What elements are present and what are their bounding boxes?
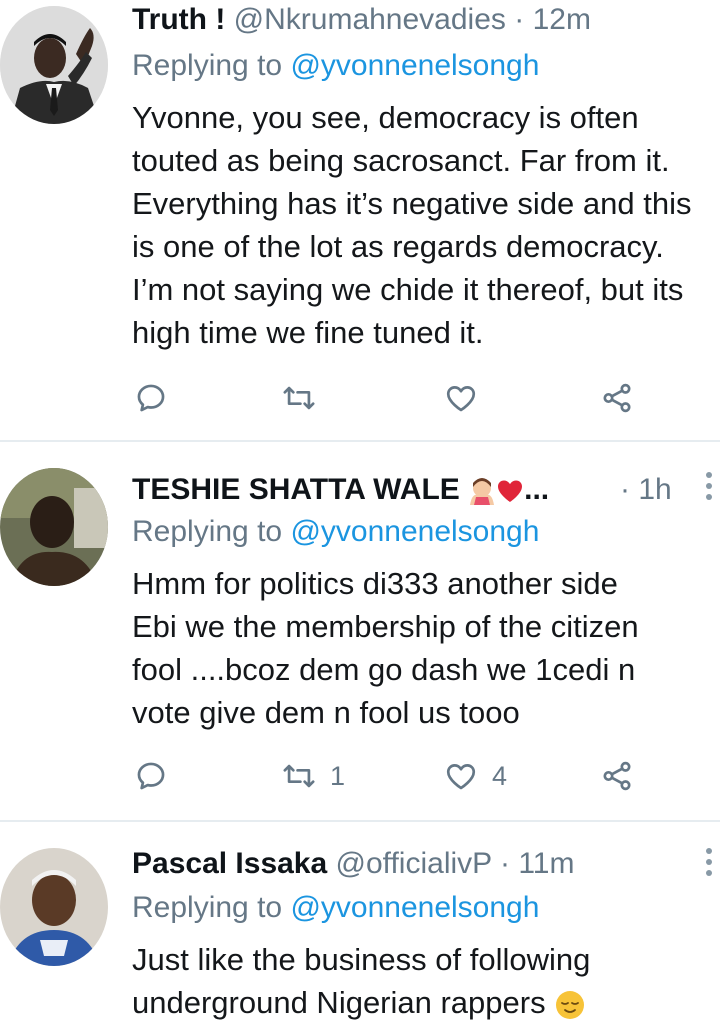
tweet-actions (132, 378, 652, 418)
like-count: 4 (492, 760, 508, 791)
tweet-text-line: Just like the business of following (132, 942, 591, 977)
avatar-image (0, 848, 108, 966)
user-handle[interactable]: @officialivP (336, 847, 492, 880)
retweet-button[interactable] (282, 378, 330, 418)
like-button[interactable]: 4 (444, 756, 507, 796)
tweet-divider (0, 820, 720, 822)
display-name[interactable]: Pascal Issaka (132, 847, 327, 880)
more-vertical-icon (706, 472, 712, 478)
tweet-divider (0, 440, 720, 442)
tweet-text-line: I’m not saying we chide it thereof, but … (132, 272, 684, 307)
timestamp[interactable]: 12m (533, 3, 591, 36)
share-button[interactable] (600, 756, 634, 796)
avatar[interactable] (0, 848, 108, 966)
tweet[interactable]: Pascal Issaka @officialivP · 11m Replyin… (0, 842, 720, 1031)
avatar[interactable] (0, 6, 108, 124)
tweet-text: Yvonne, you see, democracy is often tout… (132, 96, 720, 354)
tweet-header: Truth ! @Nkrumahnevadies · 12m (132, 0, 720, 40)
timestamp[interactable]: 11m (518, 847, 574, 880)
replying-label: Replying to (132, 515, 283, 548)
tweet-text-line: is one of the lot as regards democracy. (132, 229, 664, 264)
replying-label: Replying to (132, 49, 283, 82)
replying-mention[interactable]: @yvonnenelsongh (290, 49, 539, 82)
replying-to: Replying to @yvonnenelsongh (132, 514, 539, 550)
reply-icon (137, 384, 165, 412)
replying-label: Replying to (132, 891, 283, 924)
timestamp-group: · 1h (620, 470, 672, 510)
relieved-face-emoji-icon (556, 990, 585, 1019)
replying-to: Replying to @yvonnenelsongh (132, 48, 539, 84)
tweet[interactable]: Truth ! @Nkrumahnevadies · 12m Replying … (0, 0, 720, 440)
heart-icon (446, 764, 476, 790)
retweet-count: 1 (330, 760, 346, 791)
retweet-icon (283, 764, 315, 788)
tweet-text-line: Everything has it’s negative side and th… (132, 186, 692, 221)
tweet-text-line: Hmm for politics di333 another side (132, 566, 618, 601)
display-name[interactable]: TESHIE SHATTA WALE ... (132, 473, 549, 506)
avatar-image (0, 468, 108, 586)
red-heart-icon (498, 480, 523, 503)
tweet-text-line: high time we fine tuned it. (132, 315, 484, 350)
tweet-text-line: underground Nigerian rappers (132, 981, 720, 1024)
tweet[interactable]: TESHIE SHATTA WALE ... · 1h Replying to … (0, 466, 720, 820)
retweet-icon (283, 386, 315, 410)
separator-dot: · (514, 3, 525, 36)
tweet-text-line: fool ....bcoz dem go dash we 1cedi n (132, 652, 636, 687)
reply-button[interactable] (134, 756, 168, 796)
tweet-text-line: vote give dem n fool us tooo (132, 695, 520, 730)
replying-to: Replying to @yvonnenelsongh (132, 890, 539, 926)
person-gesturing-emoji-icon (470, 478, 495, 506)
tweet-actions: 1 4 (132, 756, 652, 796)
avatar-image (0, 6, 108, 124)
heart-icon (446, 386, 476, 412)
more-options-button[interactable] (704, 472, 714, 506)
share-icon (603, 383, 631, 413)
reply-icon (137, 762, 165, 790)
share-icon (603, 761, 631, 791)
timestamp[interactable]: 1h (638, 473, 671, 506)
separator-dot: · (499, 847, 510, 880)
tweet-text-line: touted as being sacrosanct. Far from it. (132, 143, 670, 178)
retweet-button[interactable]: 1 (282, 756, 345, 796)
tweet-text-line: Yvonne, you see, democracy is often (132, 100, 639, 135)
separator-dot: · (620, 473, 630, 506)
display-name[interactable]: Truth ! (132, 3, 225, 36)
share-button[interactable] (600, 378, 634, 418)
more-options-button[interactable] (704, 848, 714, 882)
like-button[interactable] (444, 378, 492, 418)
tweet-text: Hmm for politics di333 another side Ebi … (132, 562, 720, 734)
user-handle[interactable]: @Nkrumahnevadies (234, 3, 506, 36)
tweet-text-line: Ebi we the membership of the citizen (132, 609, 639, 644)
avatar[interactable] (0, 468, 108, 586)
tweet-header: Pascal Issaka @officialivP · 11m (132, 844, 720, 884)
more-vertical-icon (706, 848, 712, 854)
replying-mention[interactable]: @yvonnenelsongh (290, 515, 539, 548)
tweet-text: Just like the business of following unde… (132, 938, 720, 1024)
replying-mention[interactable]: @yvonnenelsongh (290, 891, 539, 924)
reply-button[interactable] (134, 378, 168, 418)
